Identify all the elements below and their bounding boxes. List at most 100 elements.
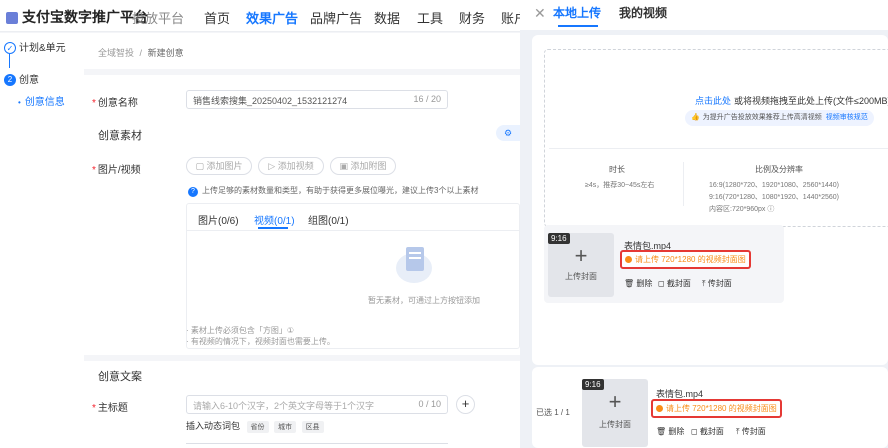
- spec-ratio-title: 比例及分辨率: [755, 165, 803, 174]
- brand-subtitle: 投放平台: [132, 11, 185, 26]
- spec-ratio-line-1: 16:9(1280*720、1920*1080、2560*1440): [709, 182, 839, 189]
- step-creative-info[interactable]: • 创意信息: [18, 93, 65, 108]
- empty-state-icon: [396, 245, 432, 285]
- attach-icon: ▣: [339, 161, 351, 171]
- warning-icon: [625, 256, 632, 264]
- bullet-icon: •: [18, 98, 21, 107]
- upload-instruction: 点击此处 或将视频拖拽至此处上传(文件≤200MB): [695, 94, 888, 107]
- selected-upload-cover-button[interactable]: 9:16 + 上传封面: [582, 379, 648, 447]
- breadcrumb-current: 新建创意: [147, 48, 184, 58]
- breadcrumb: 全域智投 / 新建创意: [98, 46, 184, 59]
- upload-tip-pill: 👍 为提升广告投放效果推荐上传高清视频 视频审核规范: [685, 110, 874, 126]
- tab-groups[interactable]: 组图(0/1): [308, 212, 349, 227]
- nav-finance[interactable]: 财务: [459, 8, 485, 27]
- trash-icon: 🗑: [656, 427, 667, 436]
- creative-name-label: * 创意名称: [92, 98, 138, 109]
- plus-icon: +: [574, 243, 588, 268]
- tag-province[interactable]: 省份: [246, 421, 269, 433]
- selected-section: 已选 1 / 1 9:16 + 上传封面 表情包.mp4 请上传 720*128…: [532, 367, 888, 448]
- nav-data[interactable]: 数据: [374, 8, 400, 27]
- main-title-input[interactable]: 请输入6-10个汉字，2个英文字母等于1个汉字 0 / 10: [186, 395, 448, 414]
- panel-header: ✕ 本地上传 我的视频: [520, 0, 888, 30]
- step-number: 2: [4, 74, 16, 87]
- close-icon[interactable]: ✕: [534, 5, 546, 22]
- upload-click-link[interactable]: 点击此处: [695, 96, 731, 106]
- nav-tools[interactable]: 工具: [417, 8, 443, 27]
- divider: [84, 355, 520, 361]
- char-counter: 16 / 20: [413, 94, 441, 104]
- step-label: 创意信息: [24, 97, 65, 108]
- char-counter: 0 / 10: [418, 399, 441, 409]
- main-content: 全域智投 / 新建创意 * 创意名称 销售线索搜集_20250402_153212…: [84, 33, 520, 448]
- selected-delete-button[interactable]: 🗑 删除: [656, 426, 684, 437]
- video-upload-panel: ✕ 本地上传 我的视频 点击此处 或将视频拖拽至此处上传(文件≤200MB) 👍 为…: [520, 0, 888, 448]
- brand-title: 支付宝数字推广平台: [22, 9, 148, 25]
- thumb-up-icon: 👍: [691, 114, 700, 121]
- tag-district[interactable]: 区县: [301, 421, 324, 433]
- note-video-cover: · 有视频的情况下，视频封面也需要上传。: [186, 337, 335, 346]
- upload-cover-label: 上传封面: [565, 272, 597, 281]
- spec-ratio-line-2: 9:16(720*1280、1080*1920、1440*2560): [709, 194, 839, 201]
- tab-local-upload[interactable]: 本地上传: [553, 4, 601, 21]
- add-title-button[interactable]: +: [456, 395, 475, 414]
- tab-my-videos[interactable]: 我的视频: [619, 4, 667, 21]
- upload-cover-action[interactable]: ⤒ 传封面: [702, 278, 732, 289]
- step-sidebar: ✓ 计划&单元 2 创意 • 创意信息: [0, 33, 84, 448]
- warning-icon: [656, 405, 663, 413]
- spec-ratio-line-3: 内容区:720*960px ⓘ: [709, 206, 775, 213]
- upload-cover-button[interactable]: 9:16 + 上传封面: [548, 233, 614, 297]
- upload-section: 点击此处 或将视频拖拽至此处上传(文件≤200MB) 👍 为提升广告投放效果推荐上传…: [532, 35, 888, 365]
- selected-count: 已选 1 / 1: [536, 408, 570, 417]
- review-spec-link[interactable]: 视频审核规范: [826, 114, 868, 121]
- spec-separator: [683, 162, 684, 206]
- selected-upload-cover-action[interactable]: ⤒ 传封面: [736, 426, 766, 437]
- image-icon: ▢: [195, 161, 207, 171]
- trash-icon: 🗑: [624, 279, 635, 288]
- spec-duration-title: 时长: [609, 165, 625, 174]
- empty-state-text: 暂无素材，可通过上方按钮添加: [368, 296, 480, 305]
- upload-cover-label: 上传封面: [599, 420, 631, 429]
- crop-icon: ◻: [658, 279, 665, 288]
- tab-images[interactable]: 图片(0/6): [198, 212, 239, 227]
- tab-underline: [258, 227, 288, 229]
- upload-icon: ⤒: [702, 279, 706, 288]
- delete-button[interactable]: 🗑 删除: [624, 278, 652, 289]
- panel-tab-underline: [558, 25, 598, 27]
- upload-dropzone[interactable]: 点击此处 或将视频拖拽至此处上传(文件≤200MB) 👍 为提升广告投放效果推荐上传…: [544, 49, 888, 227]
- breadcrumb-parent[interactable]: 全域智投: [98, 48, 134, 58]
- spec-duration-value: ≥4s，推荐30~45s左右: [585, 182, 655, 189]
- spec-divider: [549, 148, 888, 149]
- upload-icon: ⤒: [736, 427, 740, 436]
- nav-brand-ads[interactable]: 品牌广告: [310, 8, 362, 27]
- selected-cover-warning: 请上传 720*1280 的视频封面图: [651, 399, 782, 418]
- add-image-button[interactable]: ▢ 添加图片: [186, 157, 252, 175]
- capture-cover-button[interactable]: ◻ 截封面: [658, 278, 691, 289]
- material-tip: ? 上传足够的素材数量和类型，有助于获得更多展位曝光，建议上传3个以上素材: [188, 185, 478, 197]
- media-label: * 图片/视频: [92, 165, 141, 176]
- plus-icon: +: [608, 389, 622, 414]
- dynamic-words: 插入动态词包 省份 城市 区县: [186, 419, 327, 433]
- tab-videos[interactable]: 视频(0/1): [254, 212, 295, 227]
- selected-capture-cover-button[interactable]: ◻ 截封面: [691, 426, 724, 437]
- note-square-required: · 素材上传必须包含「方图」①: [186, 326, 295, 335]
- creative-name-input[interactable]: 销售线索搜集_20250402_1532121274 16 / 20: [186, 90, 448, 109]
- crop-icon: ◻: [691, 427, 698, 436]
- video-icon: ▷: [268, 161, 278, 171]
- add-attachment-button[interactable]: ▣ 添加附图: [330, 157, 396, 175]
- nav-performance-ads[interactable]: 效果广告: [246, 8, 298, 27]
- tag-city[interactable]: 城市: [274, 421, 297, 433]
- next-field-edge: [186, 443, 448, 448]
- divider: [84, 69, 520, 75]
- copy-section-title: 创意文案: [98, 371, 142, 383]
- step-label: 计划&单元: [19, 43, 66, 54]
- add-video-button[interactable]: ▷ 添加视频: [258, 157, 324, 175]
- upload-tip-text: 为提升广告投放效果推荐上传高清视频: [702, 114, 822, 121]
- step-plan-unit[interactable]: ✓ 计划&单元: [4, 39, 66, 55]
- step-creative[interactable]: 2 创意: [4, 71, 39, 87]
- nav-home[interactable]: 首页: [204, 8, 230, 27]
- uploaded-video-card: 9:16 + 上传封面 表情包.mp4 请上传 720*1280 的视频封面图 …: [544, 225, 784, 303]
- step-connector: [9, 54, 10, 68]
- main-title-placeholder: 请输入6-10个汉字，2个英文字母等于1个汉字: [193, 401, 375, 411]
- tab-divider: [186, 230, 520, 231]
- help-float-icon[interactable]: ⚙: [496, 125, 520, 141]
